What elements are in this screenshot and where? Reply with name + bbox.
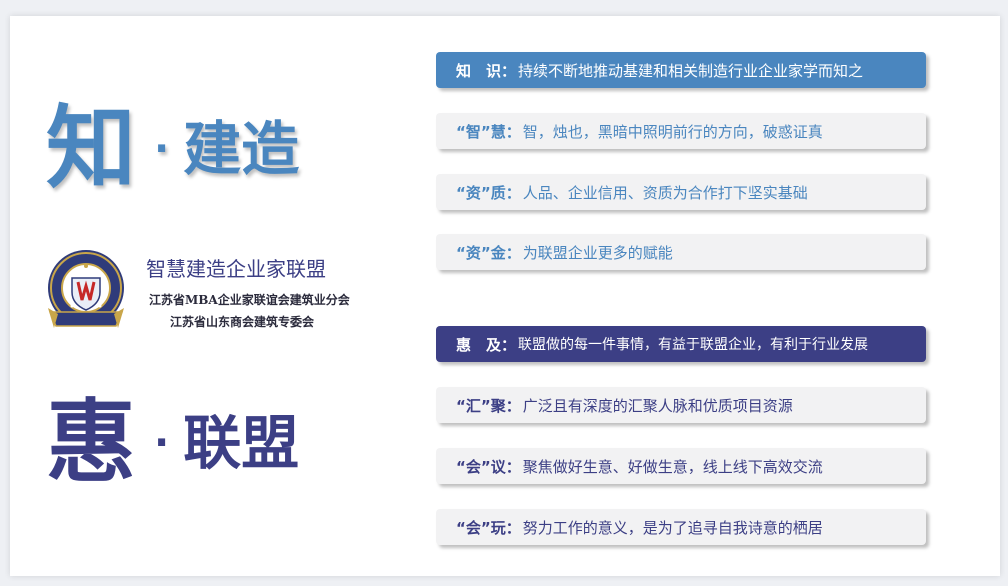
bar-value: 智，烛也，黑暗中照明前行的方向，破惑证真 xyxy=(522,122,823,141)
bar-value: 广泛且有深度的汇聚人脉和优质项目资源 xyxy=(522,396,793,415)
bar-value: 努力工作的意义，是为了追寻自我诗意的栖居 xyxy=(522,518,823,537)
bar-key: 惠 及： xyxy=(456,335,517,354)
bar-value: 联盟做的每一件事情，有益于联盟企业，有利于行业发展 xyxy=(518,337,869,353)
benefit-item-play: “会”玩： 努力工作的意义，是为了追寻自我诗意的栖居 xyxy=(436,509,926,545)
bar-key: “汇”聚： xyxy=(456,396,521,415)
bar-key: “会”议： xyxy=(456,457,521,476)
org-subtitle-1: 江苏省MBA企业家联谊会建筑业分会 xyxy=(149,293,350,307)
knowledge-item-wisdom: “智”慧： 智，烛也，黑暗中照明前行的方向，破惑证真 xyxy=(436,113,926,149)
bar-value: 人品、企业信用、资质为合作打下坚实基础 xyxy=(522,183,808,202)
headline-big-char: 惠 xyxy=(46,390,136,495)
benefit-item-meeting: “会”议： 聚焦做好生意、好做生意，线上线下高效交流 xyxy=(436,448,926,484)
bar-key: 知 识： xyxy=(456,61,517,80)
knowledge-item-funds: “资”金： 为联盟企业更多的赋能 xyxy=(436,234,926,270)
headline-dot: · xyxy=(154,420,170,466)
bar-key: “资”金： xyxy=(456,243,521,262)
headline-benefit-alliance: 惠 · 联盟 xyxy=(46,398,299,488)
benefit-item-gather: “汇”聚： 广泛且有深度的汇聚人脉和优质项目资源 xyxy=(436,387,926,423)
bar-key: “资”质： xyxy=(456,183,521,202)
headline-rest: 建造 xyxy=(183,115,300,183)
bar-value: 聚焦做好生意、好做生意，线上线下高效交流 xyxy=(522,457,823,476)
headline-rest: 联盟 xyxy=(183,409,300,477)
knowledge-header-bar: 知 识： 持续不断地推动基建和相关制造行业企业家学而知之 xyxy=(436,52,926,88)
bar-value: 为联盟企业更多的赋能 xyxy=(522,243,673,262)
headline-dot: · xyxy=(154,126,170,172)
knowledge-item-qualification: “资”质： 人品、企业信用、资质为合作打下坚实基础 xyxy=(436,174,926,210)
bar-key: “智”慧： xyxy=(456,122,521,141)
bar-key: “会”玩： xyxy=(456,518,521,537)
org-subtitle-2: 江苏省山东商会建筑专委会 xyxy=(170,315,315,329)
bar-value: 持续不断地推动基建和相关制造行业企业家学而知之 xyxy=(518,61,864,80)
org-title: 智慧建造企业家联盟 xyxy=(146,257,326,281)
headline-big-char: 知 xyxy=(46,96,136,201)
headline-knowledge-build: 知 · 建造 xyxy=(46,104,299,194)
alliance-logo-icon xyxy=(48,250,124,328)
benefit-header-bar: 惠 及： 联盟做的每一件事情，有益于联盟企业，有利于行业发展 xyxy=(436,326,926,362)
